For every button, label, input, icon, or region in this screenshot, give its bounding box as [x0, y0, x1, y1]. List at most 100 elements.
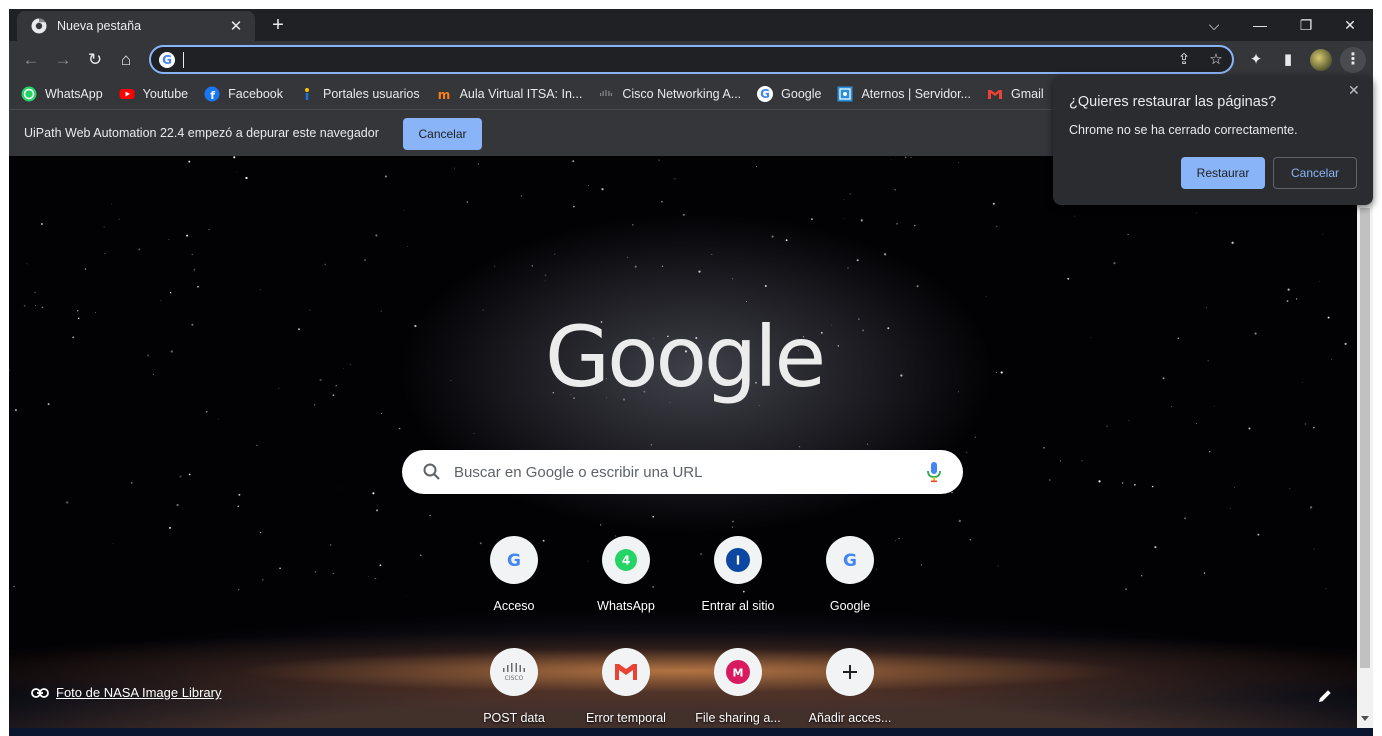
close-icon[interactable]: ✕: [1348, 82, 1360, 99]
bookmark-google[interactable]: G Google: [757, 86, 821, 102]
bookmark-aula-virtual[interactable]: m Aula Virtual ITSA: In...: [436, 86, 582, 102]
star: [466, 201, 469, 204]
star: [867, 443, 869, 445]
star: [658, 159, 660, 161]
bookmark-label: WhatsApp: [45, 87, 103, 101]
maximize-button[interactable]: ❐: [1283, 13, 1329, 37]
svg-text:G: G: [843, 551, 857, 570]
star: [1098, 480, 1101, 483]
search-placeholder: Buscar en Google o escribir una URL: [454, 464, 703, 481]
star: [208, 229, 210, 231]
star: [324, 263, 326, 266]
star: [179, 475, 182, 478]
ntp-search-box[interactable]: Buscar en Google o escribir una URL: [402, 450, 963, 494]
star: [1319, 281, 1321, 282]
star-icon[interactable]: ☆: [1206, 50, 1226, 70]
whatsapp-icon: [21, 86, 37, 102]
scroll-down-arrow[interactable]: [1361, 716, 1369, 721]
minimize-button[interactable]: —: [1237, 13, 1283, 37]
restore-pages-dialog: ¿Quieres restaurar las páginas? ✕ Chrome…: [1053, 76, 1373, 205]
page-scrollbar[interactable]: [1357, 156, 1373, 728]
profile-avatar[interactable]: [1310, 49, 1332, 71]
home-icon[interactable]: ⌂: [114, 48, 138, 72]
star: [1184, 517, 1186, 519]
star: [849, 193, 851, 195]
star: [711, 253, 713, 255]
star: [798, 446, 801, 448]
star: [279, 567, 281, 570]
star: [1205, 307, 1207, 309]
reload-icon[interactable]: ↻: [83, 48, 107, 72]
star: [364, 259, 366, 262]
star: [785, 239, 788, 242]
star: [858, 318, 860, 320]
google-icon: G: [757, 86, 774, 102]
star: [332, 572, 334, 574]
star: [342, 368, 344, 369]
close-window-button[interactable]: ✕: [1327, 13, 1373, 37]
shortcut-add[interactable]: Añadir acces...: [794, 648, 906, 728]
whatsapp-icon: 4: [615, 549, 637, 571]
forward-icon[interactable]: →: [51, 48, 75, 72]
side-panel-icon[interactable]: ▮: [1278, 50, 1298, 70]
star: [1209, 451, 1211, 453]
star: [262, 579, 264, 581]
tab-nueva-pestana[interactable]: Nueva pestaña ✕: [17, 11, 255, 41]
star: [1289, 488, 1291, 490]
shortcut-google[interactable]: G Google: [794, 536, 906, 636]
star: [1125, 588, 1128, 591]
microphone-icon[interactable]: [926, 461, 942, 483]
scrollbar-thumb[interactable]: [1360, 208, 1370, 668]
shortcut-file-sharing[interactable]: M File sharing a...: [682, 648, 794, 728]
shortcut-whatsapp[interactable]: 4 WhatsApp: [570, 536, 682, 636]
bookmark-whatsapp[interactable]: WhatsApp: [21, 86, 103, 102]
bookmark-youtube[interactable]: Youtube: [119, 86, 188, 102]
bookmark-facebook[interactable]: f Facebook: [204, 86, 283, 102]
shortcut-tile: G: [490, 536, 538, 584]
extensions-icon[interactable]: ✦: [1246, 50, 1266, 70]
infobar-cancel-button[interactable]: Cancelar: [403, 118, 482, 150]
star: [652, 515, 655, 518]
photo-attribution[interactable]: Foto de NASA Image Library: [31, 685, 221, 700]
menu-icon[interactable]: ⋮: [1340, 47, 1366, 73]
bookmark-gmail[interactable]: Gmail: [987, 86, 1044, 102]
address-bar[interactable]: G ⇪ ☆: [149, 45, 1234, 74]
star: [111, 203, 113, 205]
shortcut-error-temporal[interactable]: Error temporal: [570, 648, 682, 728]
svg-text:m: m: [437, 88, 450, 102]
tab-search-icon[interactable]: ⌵: [1191, 13, 1237, 37]
bookmark-portales[interactable]: Portales usuarios: [299, 86, 420, 102]
cisco-icon: CISCO: [503, 663, 525, 682]
star: [477, 163, 479, 165]
shortcut-tile: [602, 648, 650, 696]
star: [731, 278, 734, 280]
shortcut-acceso[interactable]: G Acceso: [458, 536, 570, 636]
bookmark-aternos[interactable]: Aternos | Servidor...: [837, 86, 971, 102]
star: [130, 481, 133, 484]
background-stars: [9, 156, 1347, 596]
star: [1286, 300, 1289, 302]
dialog-message: Chrome no se ha cerrado correctamente.: [1069, 123, 1298, 137]
star: [1048, 479, 1051, 481]
shortcut-tile: [826, 648, 874, 696]
close-icon[interactable]: ✕: [227, 17, 245, 35]
new-tab-button[interactable]: +: [267, 14, 289, 36]
cancel-button[interactable]: Cancelar: [1273, 157, 1357, 189]
star: [256, 444, 258, 446]
star: [237, 505, 240, 508]
star: [72, 336, 75, 339]
star: [169, 292, 172, 294]
bookmark-cisco[interactable]: Cisco Networking A...: [598, 86, 741, 102]
pencil-icon[interactable]: [1315, 686, 1335, 706]
shortcut-entrar-al-sitio[interactable]: I Entrar al sitio: [682, 536, 794, 636]
shortcut-post-data[interactable]: CISCO POST data: [458, 648, 570, 728]
share-icon[interactable]: ⇪: [1174, 50, 1194, 70]
bookmark-label: Aternos | Servidor...: [861, 87, 971, 101]
cisco-icon: [600, 90, 613, 96]
svg-text:I: I: [736, 554, 740, 568]
star: [843, 199, 845, 201]
star: [860, 219, 863, 222]
svg-text:CISCO: CISCO: [505, 675, 524, 682]
restore-button[interactable]: Restaurar: [1181, 157, 1265, 189]
back-icon[interactable]: ←: [19, 48, 43, 72]
